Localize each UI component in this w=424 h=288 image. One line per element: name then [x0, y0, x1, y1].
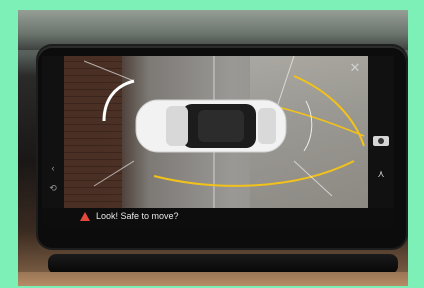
camera-icon[interactable]: [373, 136, 389, 146]
dashboard-bottom: [18, 272, 408, 286]
top-view-camera: ✕: [64, 56, 368, 208]
notification-text: Look! Safe to move?: [96, 211, 179, 221]
infotainment-screen: ‹ ⟲ ✕ ⋏ Look! Safe to move?: [42, 56, 394, 226]
left-sidebar: ‹ ⟲: [42, 56, 64, 208]
chevron-left-icon[interactable]: ‹: [46, 162, 60, 174]
guide-rear-diagonal: [293, 160, 333, 197]
guide-rear-arc: [303, 100, 313, 152]
close-icon[interactable]: ✕: [348, 61, 362, 75]
right-sidebar: ⋏: [368, 56, 394, 208]
view-toggle-icon[interactable]: ⋏: [373, 168, 389, 182]
guide-lateral: [153, 160, 355, 187]
parking-mode-icon[interactable]: ⟲: [46, 182, 60, 194]
car-icon: [135, 99, 287, 153]
notification-bar: Look! Safe to move?: [42, 208, 394, 226]
guide-side-arc: [293, 75, 365, 147]
guide-front-diagonal: [83, 60, 135, 82]
warning-triangle-icon: [80, 212, 90, 221]
guide-front-lower-diagonal: [93, 160, 135, 187]
parking-guides: [83, 56, 365, 208]
dashboard-top: [18, 10, 408, 50]
guide-front-arc: [102, 79, 135, 122]
display-lower-frame: [48, 254, 398, 274]
